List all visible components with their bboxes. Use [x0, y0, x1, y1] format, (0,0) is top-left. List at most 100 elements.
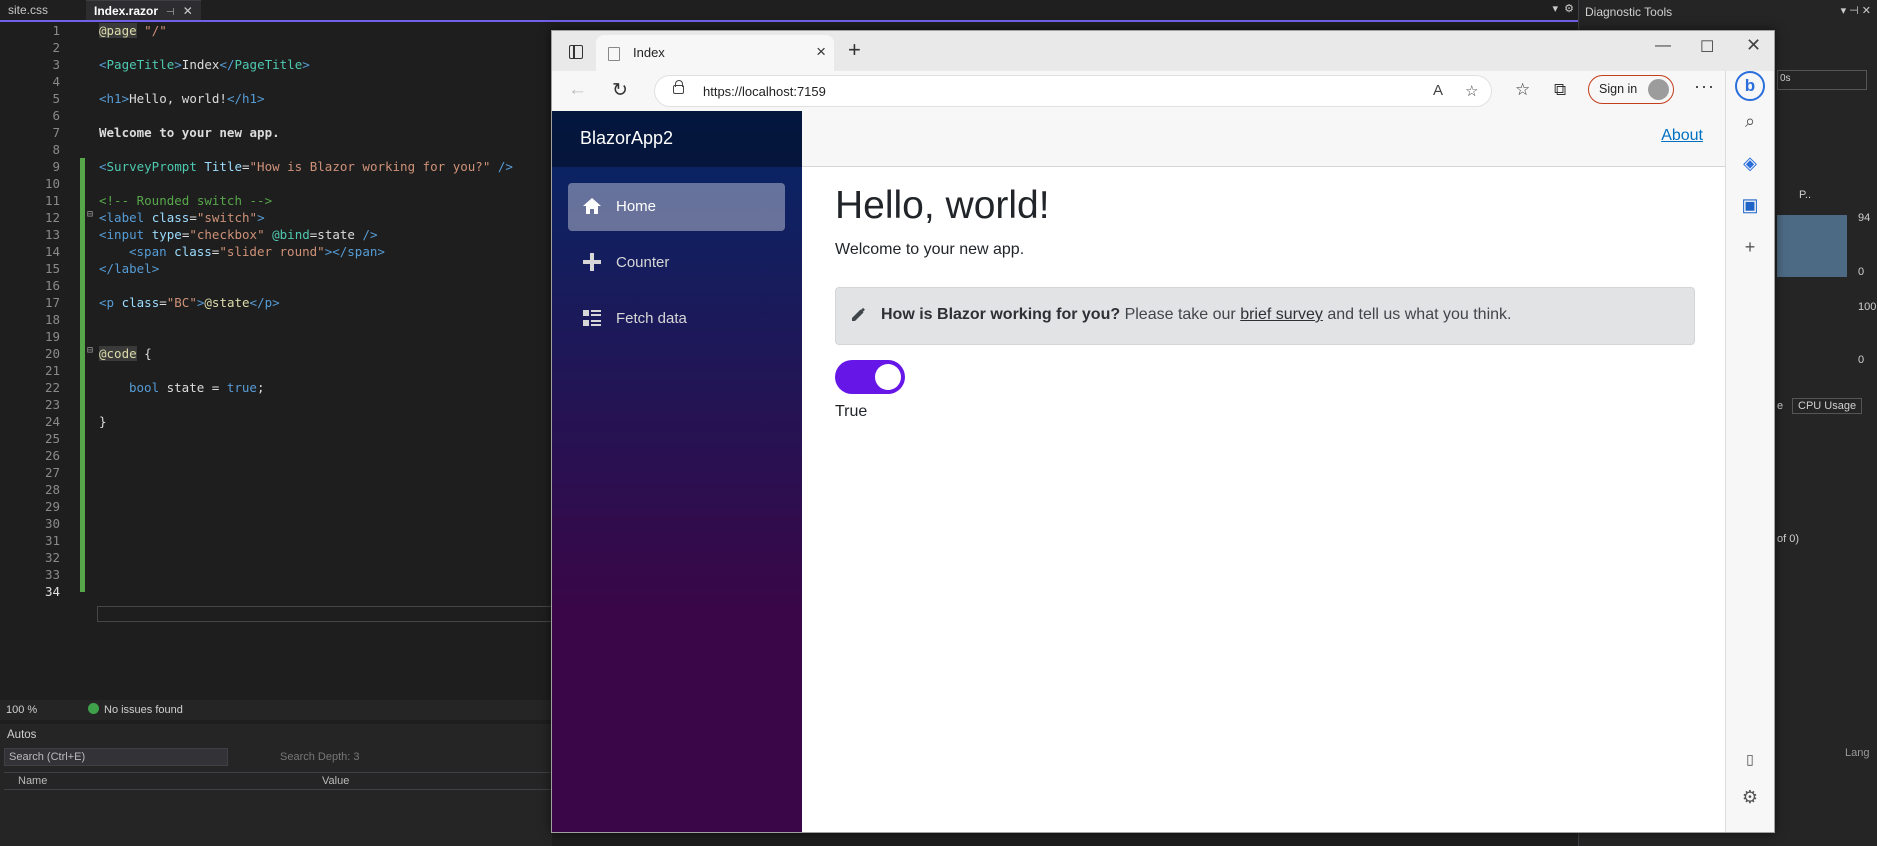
- minimize-button[interactable]: —: [1655, 37, 1671, 55]
- outlook-icon[interactable]: ▣: [1739, 195, 1761, 216]
- hide-sidebar-icon[interactable]: ▯: [1739, 751, 1761, 768]
- line-number: 16: [44, 278, 60, 293]
- browser-window: Index × + — ☐ ✕ ← ↻ https://localhost:71…: [551, 30, 1775, 833]
- code-line: @code {: [99, 346, 152, 361]
- code-line: <span class="slider round"></span>: [129, 244, 385, 259]
- line-number: 19: [44, 329, 60, 344]
- search-depth[interactable]: Search Depth: 3: [280, 751, 360, 763]
- column-lang[interactable]: Lang: [1845, 747, 1869, 759]
- collapse-icon[interactable]: ⊟: [87, 345, 93, 356]
- line-number: 31: [44, 533, 60, 548]
- tab-cpu-usage[interactable]: CPU Usage: [1792, 398, 1863, 414]
- line-number: 4: [52, 74, 60, 89]
- list-icon: [583, 310, 601, 326]
- close-tab-icon[interactable]: ×: [816, 42, 826, 62]
- browser-tab-bar: Index × + — ☐ ✕: [552, 31, 1774, 71]
- memory-max: 94: [1858, 212, 1871, 224]
- page-icon: [608, 47, 620, 61]
- collapse-icon[interactable]: ⊟: [87, 209, 93, 220]
- depth-label: Search Depth:: [280, 751, 351, 763]
- sidebar-item-label: Fetch data: [616, 310, 687, 327]
- search-input[interactable]: Search (Ctrl+E): [4, 748, 228, 766]
- current-line-highlight: [97, 606, 552, 622]
- panel-pin-icon[interactable]: ▾ ⊣ ✕: [1841, 4, 1871, 17]
- editor-status-bar: 100 % No issues found: [0, 700, 552, 720]
- browser-tab[interactable]: Index ×: [596, 35, 834, 71]
- survey-before-link: Please take our: [1120, 306, 1241, 323]
- code-line: <input type="checkbox" @bind=state />: [99, 227, 378, 242]
- about-link[interactable]: About: [1661, 127, 1703, 145]
- desktop: site.css Index.razor ⊣ ✕ ▾ ⚙ 1 2 3 4 5 6 7 8 9 10 11…: [0, 0, 1877, 846]
- navbar-top: BlazorApp2: [552, 111, 802, 167]
- code-editor[interactable]: 1 2 3 4 5 6 7 8 9 10 11 12 13 14 15 16 17 18 19 20 21 22 23 24 2…: [0, 22, 552, 700]
- close-icon[interactable]: ✕: [183, 4, 193, 18]
- add-icon[interactable]: +: [1739, 237, 1761, 258]
- issues-indicator[interactable]: No issues found: [88, 700, 183, 720]
- line-number: 25: [44, 431, 60, 446]
- code-line: }: [99, 414, 107, 429]
- code-line: <p class="BC">@state</p>: [99, 295, 280, 310]
- line-number: 33: [44, 567, 60, 582]
- column-value[interactable]: Value: [322, 775, 349, 787]
- sidebar-item-home[interactable]: Home: [568, 183, 785, 231]
- pin-icon[interactable]: ⊣: [166, 7, 175, 18]
- timeline[interactable]: 0s: [1777, 70, 1867, 90]
- read-aloud-icon[interactable]: A: [1433, 82, 1443, 99]
- settings-icon[interactable]: ⚙: [1739, 787, 1761, 808]
- address-bar-row: ← ↻ https://localhost:7159 A ☆ ☆ ⧉ Sign …: [552, 71, 1774, 111]
- maximize-button[interactable]: ☐: [1700, 37, 1714, 57]
- plus-icon: [583, 253, 601, 271]
- url-text[interactable]: https://localhost:7159: [703, 84, 826, 99]
- edge-sidebar: b ⌕ ◈ ▣ + ▯ ⚙: [1725, 71, 1774, 832]
- search-icon[interactable]: ⌕: [1739, 111, 1761, 132]
- back-button[interactable]: ←: [568, 79, 587, 101]
- refresh-button[interactable]: ↻: [612, 79, 628, 102]
- sidebar-item-counter[interactable]: Counter: [568, 239, 785, 287]
- line-number: 30: [44, 516, 60, 531]
- tools-icon[interactable]: ◈: [1739, 153, 1761, 174]
- tab-site-css[interactable]: site.css: [0, 0, 56, 20]
- sidebar-item-label: Home: [616, 198, 657, 215]
- depth-value[interactable]: 3: [353, 751, 359, 763]
- panel-title: Diagnostic Tools: [1585, 5, 1673, 19]
- close-window-button[interactable]: ✕: [1746, 35, 1761, 56]
- welcome-text: Welcome to your new app.: [835, 241, 1025, 258]
- favorites-icon[interactable]: ☆: [1515, 80, 1530, 100]
- autos-panel: Autos Search (Ctrl+E) Search Depth: 3 Na…: [0, 724, 552, 846]
- lock-icon[interactable]: [673, 80, 684, 94]
- sidebar-item-fetch-data[interactable]: Fetch data: [568, 295, 785, 343]
- bing-icon[interactable]: b: [1735, 71, 1765, 101]
- zoom-dropdown[interactable]: 100 %: [6, 700, 37, 720]
- memory-chart: [1777, 215, 1847, 277]
- panel-title: Autos: [7, 729, 37, 741]
- code-line: bool state = true;: [129, 380, 265, 395]
- sign-in-button[interactable]: Sign in: [1588, 75, 1674, 104]
- line-number: 18: [44, 312, 60, 327]
- cpu-min: 0: [1858, 354, 1865, 366]
- rounded-switch-toggle[interactable]: [835, 360, 905, 394]
- address-bar[interactable]: https://localhost:7159 A ☆: [654, 75, 1492, 107]
- tab-index-razor[interactable]: Index.razor ⊣ ✕: [86, 0, 201, 20]
- line-number: 6: [52, 108, 60, 123]
- survey-prompt: How is Blazor working for you? Please ta…: [835, 287, 1695, 345]
- code-line: <PageTitle>Index</PageTitle>: [99, 57, 310, 72]
- favorite-add-icon[interactable]: ☆: [1465, 82, 1478, 100]
- time-label: 0s: [1780, 73, 1791, 84]
- line-number: 21: [44, 363, 60, 378]
- column-name[interactable]: Name: [18, 775, 47, 787]
- autos-header: Name Value: [4, 772, 552, 790]
- tab-actions-icon[interactable]: [569, 45, 583, 59]
- more-menu-icon[interactable]: ···: [1694, 76, 1715, 97]
- line-number: 8: [52, 142, 60, 157]
- page-viewport: BlazorApp2 Home Counter Fetch data About: [552, 111, 1725, 832]
- switch-knob: [875, 364, 901, 390]
- survey-link[interactable]: brief survey: [1240, 306, 1323, 323]
- brand-link[interactable]: BlazorApp2: [580, 128, 673, 149]
- new-tab-button[interactable]: +: [848, 37, 861, 63]
- tab-overflow-icons[interactable]: ▾ ⚙: [1553, 2, 1575, 15]
- sign-in-label: Sign in: [1599, 82, 1638, 96]
- collections-icon[interactable]: ⧉: [1554, 80, 1566, 100]
- line-number: 26: [44, 448, 60, 463]
- code-line: <h1>Hello, world!</h1>: [99, 91, 265, 106]
- tab-events[interactable]: e: [1777, 400, 1783, 412]
